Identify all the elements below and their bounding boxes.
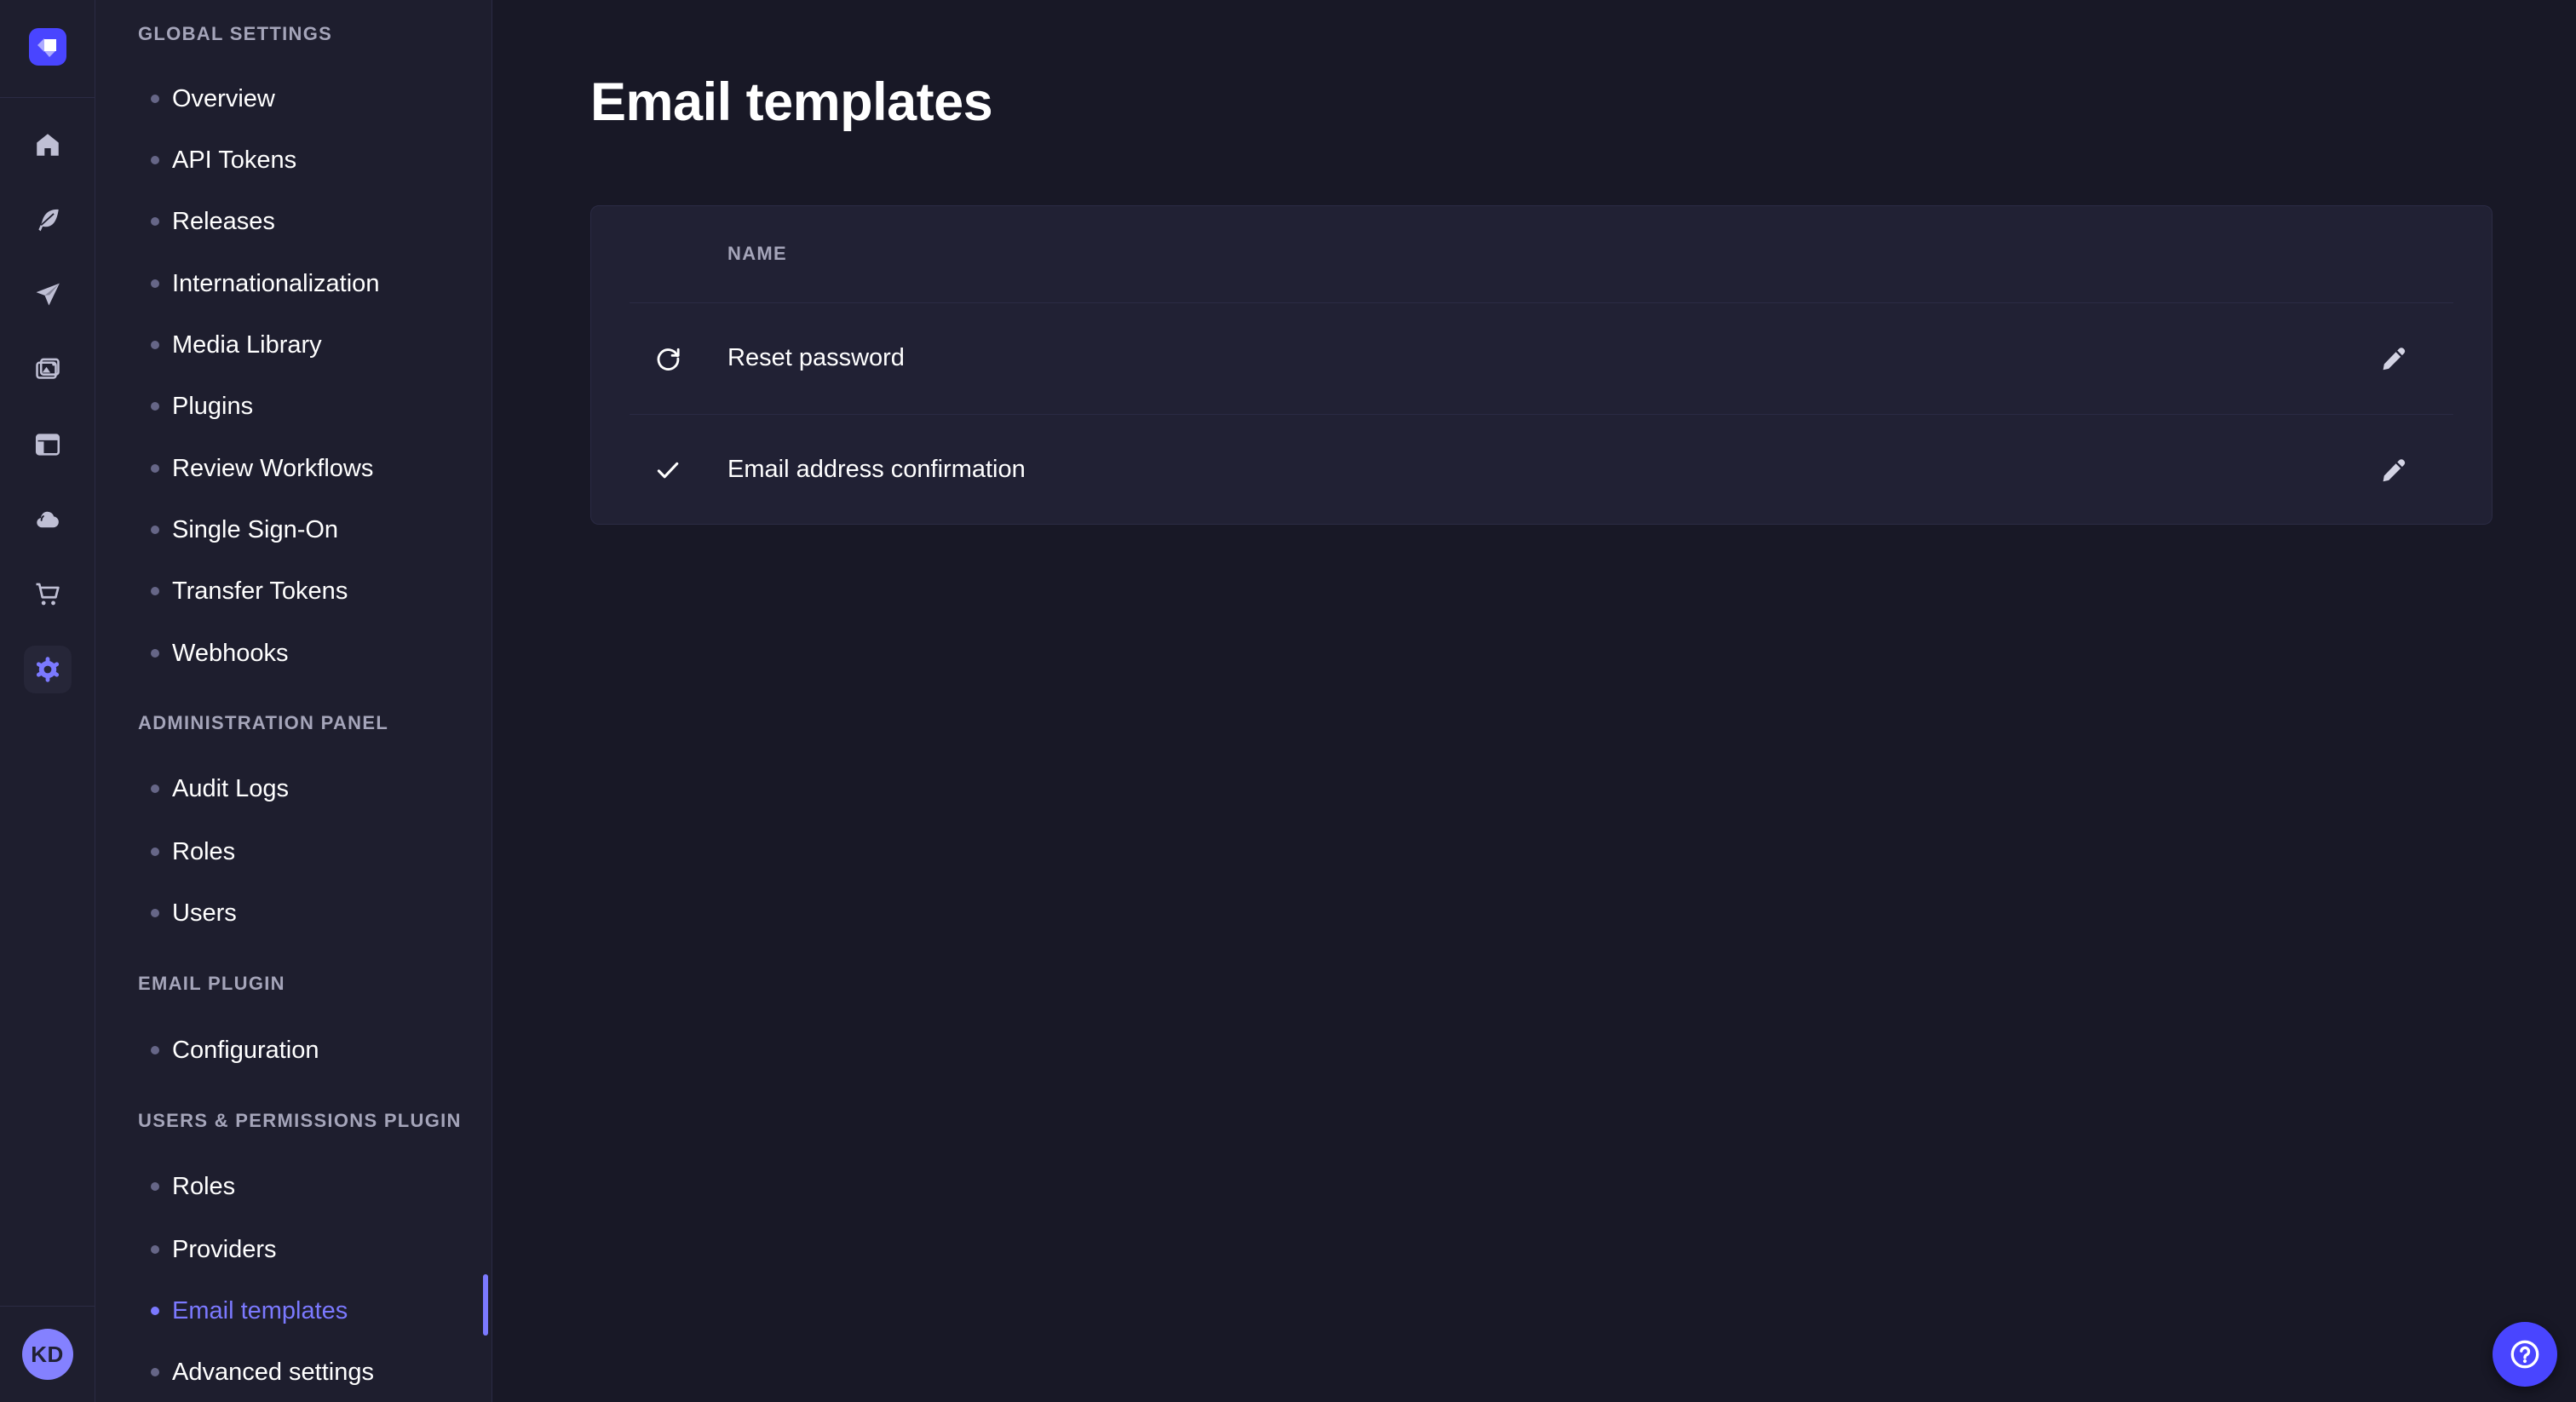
cloud-icon xyxy=(33,505,62,534)
gear-icon xyxy=(33,655,62,684)
sidebar-item-providers[interactable]: Providers xyxy=(95,1219,492,1280)
bullet-icon xyxy=(151,95,159,103)
bullet-icon xyxy=(151,1307,159,1315)
bullet-icon xyxy=(151,464,159,473)
bullet-icon xyxy=(151,649,159,658)
refresh-icon xyxy=(644,335,692,382)
rail-icon-list xyxy=(24,121,72,693)
layout-icon xyxy=(33,430,62,459)
section-header-users-permissions-plugin: USERS & PERMISSIONS PLUGIN xyxy=(138,1104,462,1138)
subnav-scrollbar-thumb[interactable] xyxy=(483,1274,488,1336)
sidebar-item-users[interactable]: Users xyxy=(95,882,492,944)
releases-button[interactable] xyxy=(24,271,72,319)
media-library-icon xyxy=(33,355,62,384)
sidebar-item-configuration[interactable]: Configuration xyxy=(95,1020,492,1081)
content-builder-button[interactable] xyxy=(24,196,72,244)
sidebar-item-transfer-tokens[interactable]: Transfer Tokens xyxy=(95,560,492,622)
table-header-row: NAME xyxy=(591,206,2492,302)
logo-area xyxy=(0,0,95,98)
main-content: Email templates NAME Reset password xyxy=(492,0,2576,1402)
main-nav-rail: KD xyxy=(0,0,95,1402)
sidebar-item-review-workflows[interactable]: Review Workflows xyxy=(95,438,492,499)
bullet-icon xyxy=(151,784,159,793)
sidebar-item-api-tokens[interactable]: API Tokens xyxy=(95,129,492,191)
sidebar-item-admin-roles[interactable]: Roles xyxy=(95,821,492,882)
sidebar-item-releases[interactable]: Releases xyxy=(95,191,492,252)
bullet-icon xyxy=(151,279,159,288)
bullet-icon xyxy=(151,341,159,349)
bullet-icon xyxy=(151,526,159,534)
deploy-button[interactable] xyxy=(24,496,72,543)
bullet-icon xyxy=(151,402,159,411)
bullet-icon xyxy=(151,1368,159,1376)
sidebar-item-up-roles[interactable]: Roles xyxy=(95,1156,492,1217)
settings-subnav: GLOBAL SETTINGS Overview API Tokens Rele… xyxy=(95,0,492,1402)
bullet-icon xyxy=(151,848,159,856)
paper-plane-icon xyxy=(33,280,62,309)
section-header-email-plugin: EMAIL PLUGIN xyxy=(138,967,285,1001)
table-row-reset-password[interactable]: Reset password xyxy=(591,303,2492,414)
bullet-icon xyxy=(151,1046,159,1054)
sidebar-item-plugins[interactable]: Plugins xyxy=(95,376,492,437)
bullet-icon xyxy=(151,156,159,164)
strapi-logo[interactable] xyxy=(29,28,66,66)
app-root: KD GLOBAL SETTINGS Overview API Tokens R… xyxy=(0,0,2576,1402)
bullet-icon xyxy=(151,587,159,595)
sidebar-item-media-library[interactable]: Media Library xyxy=(95,314,492,376)
sidebar-item-audit-logs[interactable]: Audit Logs xyxy=(95,758,492,819)
bullet-icon xyxy=(151,217,159,226)
edit-email-confirmation-button[interactable] xyxy=(2370,446,2418,494)
pencil-icon xyxy=(2380,345,2407,372)
column-header-name: NAME xyxy=(727,243,787,265)
sidebar-item-overview[interactable]: Overview xyxy=(95,68,492,129)
home-button[interactable] xyxy=(24,121,72,169)
help-button[interactable] xyxy=(2493,1322,2557,1387)
page-title: Email templates xyxy=(590,71,2493,135)
purchases-button[interactable] xyxy=(24,571,72,618)
sidebar-item-advanced-settings[interactable]: Advanced settings xyxy=(95,1342,492,1402)
section-header-administration-panel: ADMINISTRATION PANEL xyxy=(138,706,388,740)
edit-reset-password-button[interactable] xyxy=(2370,335,2418,382)
sidebar-item-webhooks[interactable]: Webhooks xyxy=(95,623,492,684)
home-icon xyxy=(33,130,62,159)
sidebar-item-single-sign-on[interactable]: Single Sign-On xyxy=(95,499,492,560)
sidebar-item-email-templates[interactable]: Email templates xyxy=(95,1280,492,1342)
rail-footer: KD xyxy=(0,1306,95,1402)
user-avatar[interactable]: KD xyxy=(22,1329,73,1380)
check-icon xyxy=(644,446,692,494)
template-name: Email address confirmation xyxy=(727,456,1026,484)
question-mark-icon xyxy=(2507,1336,2543,1372)
table-row-email-confirmation[interactable]: Email address confirmation xyxy=(591,415,2492,525)
feather-icon xyxy=(33,205,62,234)
template-name: Reset password xyxy=(727,344,905,372)
bullet-icon xyxy=(151,1182,159,1191)
media-library-button[interactable] xyxy=(24,346,72,394)
settings-button[interactable] xyxy=(24,646,72,693)
email-templates-table: NAME Reset password xyxy=(590,205,2493,525)
marketplace-button[interactable] xyxy=(24,421,72,468)
sidebar-item-internationalization[interactable]: Internationalization xyxy=(95,253,492,314)
bullet-icon xyxy=(151,1245,159,1254)
pencil-icon xyxy=(2380,457,2407,484)
strapi-logo-icon xyxy=(29,28,66,66)
bullet-icon xyxy=(151,909,159,917)
cart-icon xyxy=(33,580,62,609)
section-header-global-settings: GLOBAL SETTINGS xyxy=(138,17,332,51)
